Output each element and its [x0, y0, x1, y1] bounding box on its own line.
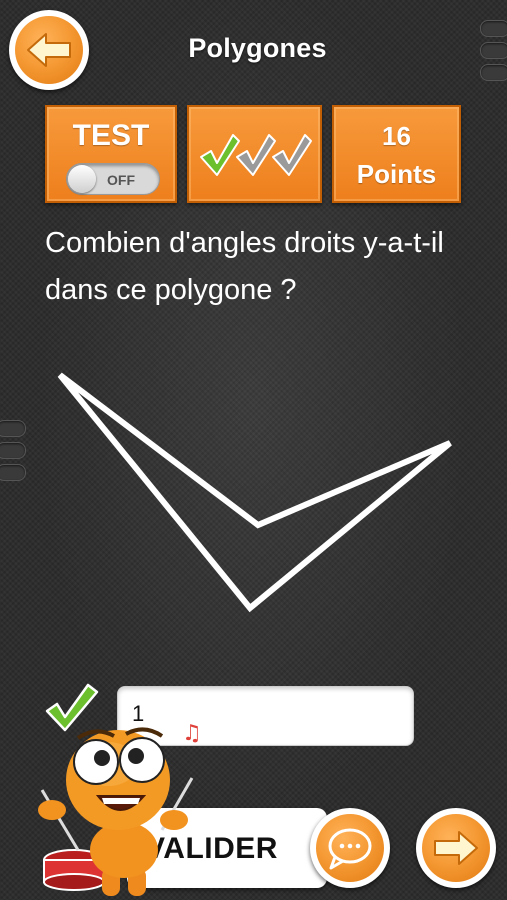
back-button[interactable]	[9, 10, 89, 90]
points-panel: 16 Points	[332, 105, 461, 203]
progress-checks-panel	[187, 105, 322, 203]
check-icon-pending	[272, 134, 312, 176]
toggle-state-label: OFF	[107, 172, 135, 188]
test-mode-toggle[interactable]: OFF	[66, 163, 160, 195]
side-handle-top-1[interactable]	[480, 20, 507, 37]
next-button[interactable]	[416, 808, 496, 888]
test-mode-panel: TEST OFF	[45, 105, 177, 203]
mascot-drummer-icon: ♫	[38, 721, 202, 896]
speech-bubble-icon	[328, 828, 372, 870]
arrow-right-icon	[434, 831, 478, 865]
question-text: Combien d'angles droits y-a-t-il dans ce…	[45, 227, 444, 306]
arrow-left-icon	[27, 33, 71, 67]
side-handle-top-2[interactable]	[480, 42, 507, 59]
page-title: Polygones	[188, 33, 327, 63]
points-value: 16	[382, 121, 411, 151]
polygon-figure	[57, 372, 452, 613]
check-icon-done	[200, 134, 240, 176]
check-icon-pending	[236, 134, 276, 176]
points-label: Points	[356, 159, 437, 189]
toggle-knob	[68, 165, 96, 193]
hint-button[interactable]	[310, 808, 390, 888]
svg-text:♫: ♫	[182, 721, 202, 746]
test-label: TEST	[72, 119, 150, 152]
side-handle-top-3[interactable]	[480, 64, 507, 81]
